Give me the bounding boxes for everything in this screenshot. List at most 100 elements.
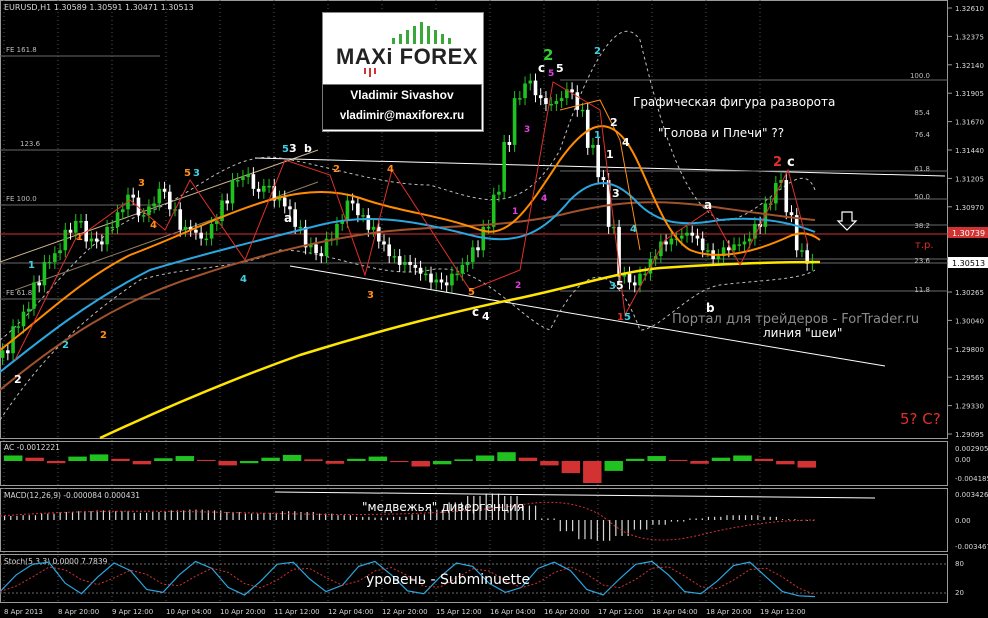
macd-bar: [28, 515, 30, 520]
candle-body: [575, 92, 580, 110]
candle-body: [460, 264, 465, 274]
wave-label: 2: [100, 330, 107, 341]
ac-bar: [711, 457, 731, 461]
macd-bar: [676, 520, 679, 522]
ac-bar: [89, 454, 109, 461]
macd-bar: [102, 510, 104, 520]
candle-body: [601, 177, 606, 181]
wave-label: 5: [556, 62, 564, 75]
wave-label: 2: [62, 340, 69, 351]
ac-bar: [282, 454, 302, 461]
ac-bar: [154, 458, 173, 461]
time-tick-label: 8 Apr 2013: [4, 608, 43, 616]
wave-label: 2: [610, 116, 618, 129]
time-tick-label: 16 Apr 20:00: [544, 608, 590, 616]
price-axis: 1.32610 1.32375 1.32140 1.31905 1.31670 1.314…: [948, 5, 984, 439]
ac-bar: [475, 455, 495, 461]
macd-bar: [53, 513, 55, 520]
fib-right-label: 23.6: [914, 257, 930, 265]
candle-body: [115, 212, 120, 227]
macd-bar: [726, 515, 728, 520]
pattern-title: Графическая фигура разворота: [633, 95, 835, 109]
wave-label: 1: [76, 232, 83, 243]
price-tick-label: 1.30970: [955, 204, 984, 212]
macd-bar: [695, 518, 697, 520]
candle-body: [79, 221, 83, 223]
time-tick-label: 10 Apr 20:00: [220, 608, 266, 616]
macd-bar: [689, 518, 691, 520]
macd-bar: [226, 512, 228, 520]
candle-body: [178, 209, 183, 230]
candle-body: [282, 197, 287, 207]
wave-label: 3: [138, 178, 145, 189]
candle-body: [444, 282, 449, 286]
wave-label: b: [304, 142, 312, 155]
macd-bar: [22, 515, 24, 520]
candle-body: [387, 244, 392, 257]
candle-body: [632, 282, 637, 286]
watermark: Портал для трейдеров - ForTrader.ru: [672, 312, 919, 327]
fib-right-label: 76.4: [914, 131, 930, 139]
macd-bar: [349, 515, 351, 520]
candle-body: [47, 261, 52, 264]
candle-body: [455, 273, 459, 276]
price-tag-red-text: 1.30739: [952, 229, 985, 238]
logo-red-bars-icon: [364, 68, 384, 78]
candle-body: [382, 241, 386, 245]
stoch-axis: 80 20: [955, 560, 964, 597]
pattern-name: "Голова и Плечи" ??: [658, 126, 784, 140]
wave-label: 1: [594, 130, 601, 141]
macd-bar: [133, 512, 135, 520]
macd-bar: [213, 510, 216, 520]
wave-label: 4: [630, 224, 637, 235]
fib-right-label: 38.2: [914, 222, 930, 230]
macd-bar: [139, 512, 142, 520]
macd-bar: [306, 512, 308, 520]
candle-body: [580, 109, 585, 112]
time-tick-label: 12 Apr 04:00: [328, 608, 374, 616]
candle-body: [246, 174, 250, 178]
macd-bar: [4, 516, 6, 520]
ac-bar: [4, 455, 23, 461]
wave-label: 2: [14, 373, 22, 386]
macd-bar: [769, 516, 771, 520]
logo-email[interactable]: vladimir@maxiforex.ru: [322, 110, 482, 122]
wave-label: 1: [617, 312, 624, 323]
wave-label: 3: [612, 187, 620, 200]
ac-bar: [625, 458, 645, 461]
candle-body: [147, 206, 151, 216]
candle-body: [199, 232, 203, 239]
level-label: уровень - Subminuette: [366, 572, 530, 588]
price-tick-label: 1.29800: [955, 346, 984, 354]
candle-body: [570, 89, 574, 93]
macd-axis: 0.003426 0.00 -0.003467: [955, 491, 988, 551]
macd-bar: [121, 511, 123, 520]
ac-bar: [411, 461, 430, 467]
wave-label: 3: [193, 168, 200, 179]
macd-bar: [84, 511, 86, 520]
price-tick-label: 1.29330: [955, 403, 984, 411]
candle-body: [418, 267, 423, 274]
candle-body: [403, 261, 407, 265]
macd-bar: [757, 515, 759, 520]
macd-bar: [763, 516, 765, 520]
wave-label: 4: [482, 310, 490, 323]
macd-bar: [281, 511, 284, 520]
macd-bar: [744, 515, 747, 520]
macd-bar: [232, 512, 234, 520]
fe161-label: FE 161.8: [6, 46, 37, 54]
header-symbol: EURUSD,H1 1.30589 1.30591 1.30471 1.3051…: [4, 3, 194, 12]
macd-bar: [269, 512, 271, 520]
candle-body: [241, 177, 245, 181]
ac-tick-label: 0.00: [955, 456, 971, 464]
wave-label: 3: [367, 290, 374, 301]
macd-bar: [288, 511, 290, 520]
candle-body: [262, 185, 266, 192]
fib-right-label: 11.8: [914, 286, 930, 294]
macd-bar: [312, 512, 314, 520]
candle-body: [549, 103, 553, 106]
fe100-label: FE 100.0: [6, 195, 37, 203]
macd-bar: [417, 514, 419, 520]
candle-body: [742, 241, 747, 245]
ac-histogram: [4, 452, 816, 483]
